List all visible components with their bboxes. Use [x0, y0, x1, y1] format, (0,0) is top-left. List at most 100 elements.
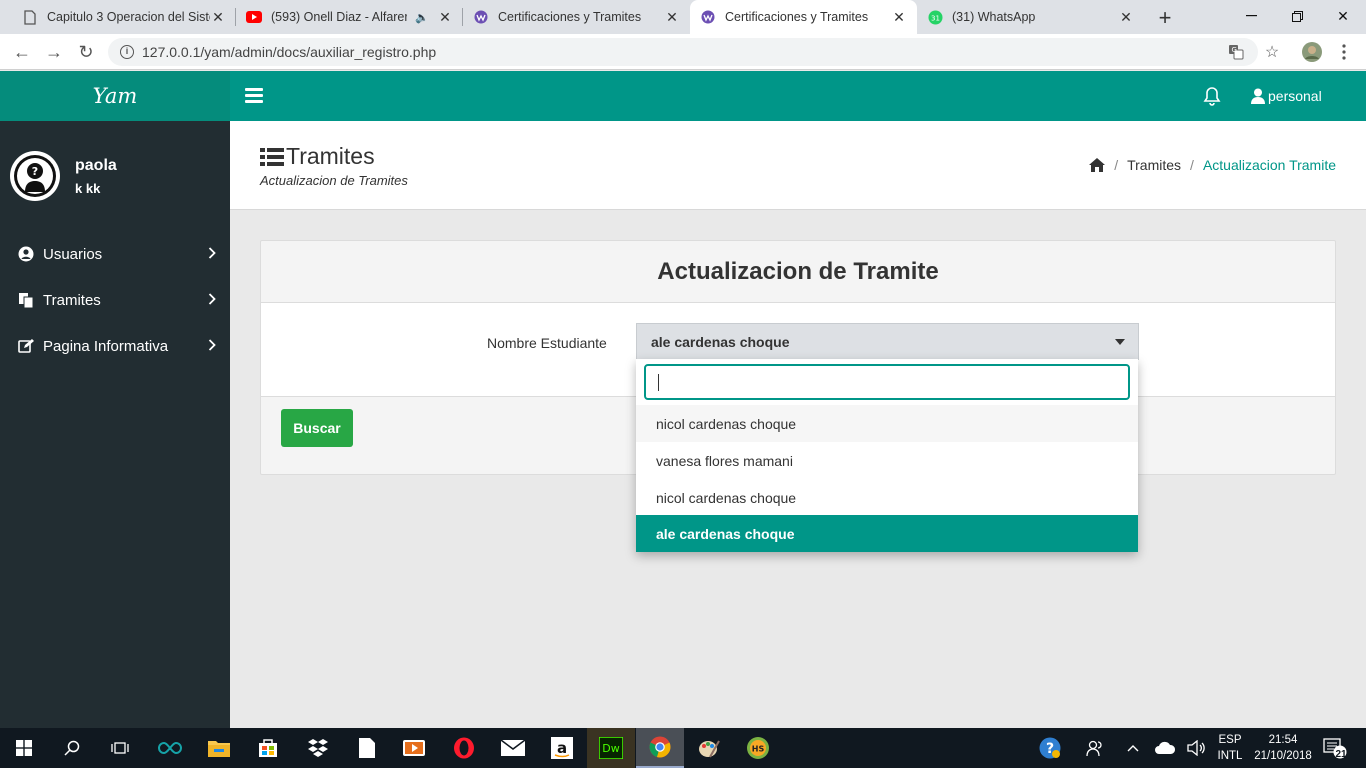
close-tab-icon[interactable]: ✕ — [210, 9, 226, 26]
box-title: Actualizacion de Tramite — [261, 241, 1335, 303]
whatsapp-icon: 31 — [927, 9, 943, 25]
hotspot-icon[interactable]: HS — [734, 728, 782, 768]
page-title: Tramites — [260, 143, 375, 170]
address-bar[interactable]: i 127.0.0.1/yam/admin/docs/auxiliar_regi… — [108, 38, 1258, 66]
dropdown-option[interactable]: vanesa flores mamani — [636, 442, 1138, 479]
user-menu[interactable]: personal — [1251, 71, 1322, 121]
search-icon[interactable] — [48, 728, 96, 768]
restore-icon[interactable] — [1274, 0, 1320, 32]
sidebar-item-label: Usuarios — [43, 245, 103, 263]
sidebar-user-name: paola — [75, 157, 117, 174]
sidebar-item-usuarios[interactable]: Usuarios — [0, 231, 230, 277]
volume-icon[interactable] — [1185, 736, 1209, 760]
hamburger-menu-icon[interactable] — [245, 88, 263, 104]
arduino-icon[interactable] — [146, 728, 194, 768]
chrome-icon[interactable] — [636, 728, 684, 768]
file-explorer-icon[interactable] — [195, 728, 243, 768]
profile-avatar-icon[interactable] — [1302, 42, 1322, 62]
page-subtitle: Actualizacion de Tramites — [260, 173, 408, 188]
close-tab-icon[interactable]: ✕ — [437, 9, 453, 26]
home-icon[interactable] — [1089, 158, 1106, 172]
browser-tab-title: (593) Onell Diaz - Alfarero — [271, 10, 408, 24]
chevron-right-icon — [208, 246, 216, 262]
dropdown-option-selected[interactable]: ale cardenas choque — [636, 515, 1138, 552]
sidebar: ? paola k kk Usuarios Tramites Pagina In… — [0, 121, 230, 728]
svg-text:HS: HS — [752, 745, 765, 754]
student-select[interactable]: ale cardenas choque — [636, 323, 1139, 360]
notification-count: 21 — [1335, 749, 1347, 760]
browser-tab[interactable]: Certificaciones y Tramites ✕ — [463, 0, 690, 34]
close-window-icon[interactable]: ✕ — [1320, 0, 1366, 32]
buscar-button[interactable]: Buscar — [281, 409, 353, 447]
bookmark-star-icon[interactable]: ☆ — [1262, 42, 1282, 62]
menu-dots-icon[interactable] — [1334, 42, 1354, 62]
paint-icon[interactable] — [685, 728, 733, 768]
input-language[interactable]: ESP INTL — [1214, 732, 1246, 764]
select-dropdown: nicol cardenas choque vanesa flores mama… — [636, 359, 1138, 552]
new-tab-icon[interactable]: + — [1153, 5, 1177, 31]
chevron-right-icon — [208, 338, 216, 354]
browser-tab[interactable]: 31 (31) WhatsApp ✕ — [917, 0, 1144, 34]
page-title-text: Tramites — [286, 143, 375, 169]
taskbar: a Dw HS ? ESP INTL 21:54 21/10/2018 21 — [0, 728, 1366, 768]
speaker-icon[interactable]: 🔈 — [415, 11, 429, 24]
clock[interactable]: 21:54 21/10/2018 — [1248, 732, 1318, 764]
amazon-icon[interactable]: a — [538, 728, 586, 768]
media-player-icon[interactable] — [390, 728, 438, 768]
svg-text:?: ? — [32, 165, 38, 178]
close-tab-icon[interactable]: ✕ — [891, 9, 907, 26]
dropdown-option[interactable]: nicol cardenas choque — [636, 405, 1138, 442]
chevron-up-icon[interactable] — [1121, 736, 1145, 760]
notepad-icon[interactable] — [343, 728, 391, 768]
windows-start-icon[interactable] — [0, 728, 48, 768]
translate-icon[interactable]: G — [1226, 42, 1246, 62]
close-tab-icon[interactable]: ✕ — [1118, 9, 1134, 26]
sidebar-item-tramites[interactable]: Tramites — [0, 277, 230, 323]
dropdown-option[interactable]: nicol cardenas choque — [636, 479, 1138, 516]
browser-tab-title: Certificaciones y Tramites — [725, 10, 869, 24]
app-favicon-icon — [700, 9, 716, 25]
help-icon[interactable]: ? — [1038, 736, 1062, 760]
browser-tab[interactable]: Capitulo 3 Operacion del Sistema ✕ — [12, 0, 236, 34]
browser-tab-title: Certificaciones y Tramites — [498, 10, 642, 24]
url-text: 127.0.0.1/yam/admin/docs/auxiliar_regist… — [142, 44, 437, 60]
top-navbar: personal — [230, 71, 1366, 121]
dropbox-icon[interactable] — [294, 728, 342, 768]
svg-text:G: G — [1232, 46, 1237, 54]
list-icon — [260, 147, 284, 166]
reload-icon[interactable]: ↻ — [74, 40, 98, 64]
close-tab-icon[interactable]: ✕ — [664, 9, 680, 26]
breadcrumb-link[interactable]: Tramites — [1127, 157, 1181, 173]
select-value: ale cardenas choque — [651, 333, 790, 350]
forward-icon[interactable]: → — [42, 40, 66, 64]
opera-icon[interactable] — [440, 728, 488, 768]
breadcrumb-current: Actualizacion Tramite — [1202, 157, 1336, 173]
site-info-icon[interactable]: i — [120, 45, 134, 59]
app-favicon-icon — [473, 9, 489, 25]
edit-icon — [17, 337, 35, 355]
svg-text:Dw: Dw — [602, 742, 619, 755]
sidebar-item-label: Pagina Informativa — [43, 337, 169, 355]
content-header: Tramites Actualizacion de Tramites / Tra… — [230, 121, 1366, 210]
browser-tab[interactable]: (593) Onell Diaz - Alfarero 🔈 ✕ — [236, 0, 463, 34]
dreamweaver-icon[interactable]: Dw — [587, 728, 635, 768]
back-icon[interactable]: ← — [10, 40, 34, 64]
text-cursor — [658, 374, 659, 391]
dropdown-search-input[interactable] — [644, 364, 1130, 400]
mail-icon[interactable] — [489, 728, 537, 768]
brand-logo[interactable]: Yam — [0, 71, 230, 121]
store-icon[interactable] — [244, 728, 292, 768]
bell-icon[interactable] — [1202, 86, 1222, 109]
sidebar-item-label: Tramites — [43, 291, 101, 309]
sidebar-item-pagina-informativa[interactable]: Pagina Informativa — [0, 323, 230, 369]
browser-tab-active[interactable]: Certificaciones y Tramites ✕ — [690, 0, 917, 34]
browser-toolbar: ← → ↻ i 127.0.0.1/yam/admin/docs/auxilia… — [0, 34, 1366, 70]
browser-tab-strip: Capitulo 3 Operacion del Sistema ✕ (593)… — [0, 0, 1366, 34]
task-view-icon[interactable] — [96, 728, 144, 768]
user-menu-label: personal — [1268, 88, 1322, 104]
people-icon[interactable] — [1083, 736, 1107, 760]
onedrive-icon[interactable] — [1153, 736, 1177, 760]
svg-text:a: a — [557, 739, 567, 757]
caret-down-icon — [1115, 339, 1125, 345]
minimize-icon[interactable] — [1228, 0, 1274, 32]
